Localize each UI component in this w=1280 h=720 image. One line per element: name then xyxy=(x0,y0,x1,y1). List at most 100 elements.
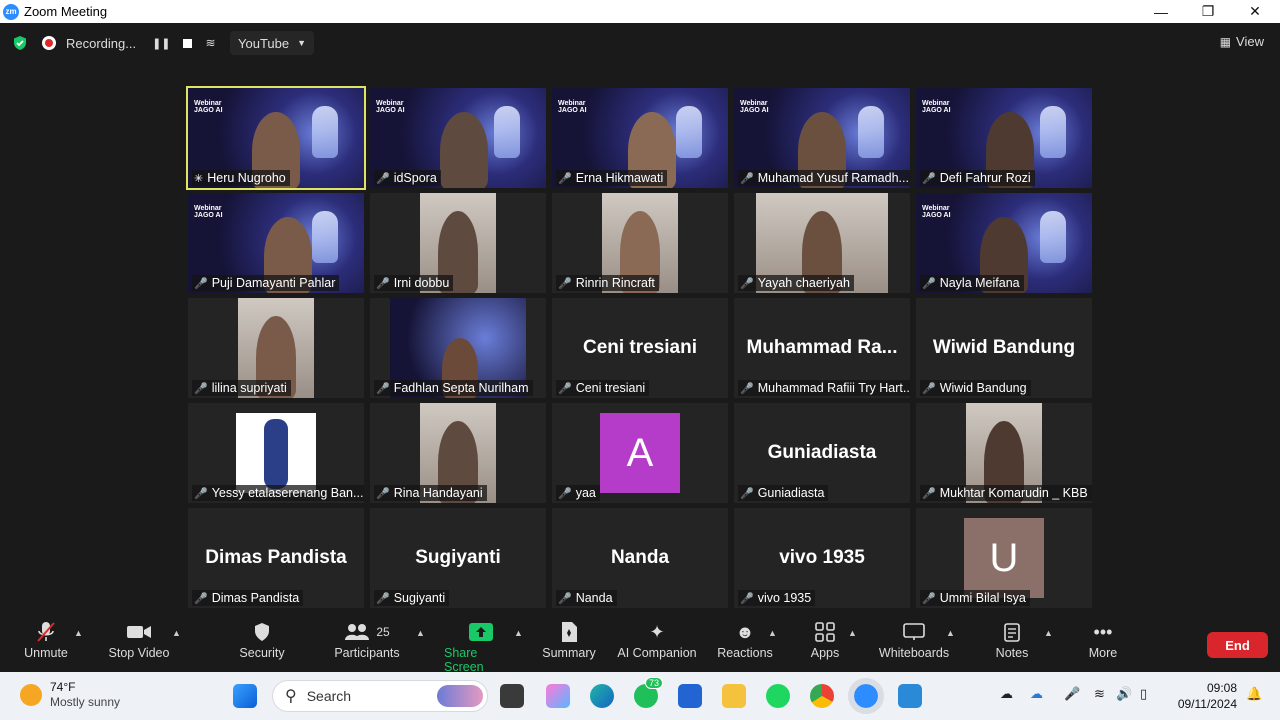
participant-tile[interactable]: ✳Heru Nugroho xyxy=(186,86,366,190)
microsoft-store-icon[interactable] xyxy=(678,684,702,708)
minimize-button[interactable]: — xyxy=(1138,0,1184,23)
security-button[interactable]: Security xyxy=(236,618,288,660)
speaker-icon[interactable]: 🔊 xyxy=(1116,686,1132,702)
muted-mic-icon: 🎤 xyxy=(194,592,208,605)
edge-browser-icon[interactable] xyxy=(590,684,614,708)
participant-name: Rina Handayani xyxy=(393,486,483,500)
participant-name: Muhammad Rafiii Try Hart... xyxy=(757,381,910,395)
whatsapp-icon[interactable]: 73 xyxy=(634,677,664,708)
windows-start-icon[interactable] xyxy=(233,684,257,708)
audio-options-caret[interactable]: ▲ xyxy=(74,628,83,638)
participant-tile[interactable]: 🎤 Yayah chaeriyah xyxy=(734,193,910,293)
zoom-taskbar-icon[interactable] xyxy=(848,678,884,714)
notes-options-caret[interactable]: ▲ xyxy=(1044,628,1053,638)
reactions-button[interactable]: ☻ Reactions xyxy=(716,618,774,661)
end-meeting-button[interactable]: End xyxy=(1207,632,1268,658)
more-dots-icon: ••• xyxy=(1093,621,1113,642)
share-options-caret[interactable]: ▲ xyxy=(514,628,523,638)
stop-recording-icon[interactable] xyxy=(182,38,192,48)
muted-mic-icon: 🎤 xyxy=(376,592,390,605)
clock-date: 09/11/2024 xyxy=(1177,697,1237,711)
participant-tile[interactable]: 🎤Defi Fahrur Rozi xyxy=(916,88,1092,188)
participant-tile[interactable]: 🎤idSpora xyxy=(370,88,546,188)
whiteboards-options-caret[interactable]: ▲ xyxy=(946,628,955,638)
participant-name-tag: 🎤 Defi Fahrur Rozi xyxy=(920,170,1035,186)
participant-tile[interactable]: Dimas Pandista 🎤 Dimas Pandista xyxy=(188,508,364,608)
meeting-controls-toolbar: Unmute ▲ Stop Video ▲ Security 25 Partic… xyxy=(0,610,1280,674)
more-label: More xyxy=(1088,646,1118,660)
muted-mic-icon: 🎤 xyxy=(558,172,572,185)
onedrive-icon[interactable]: ☁ xyxy=(1030,686,1043,702)
participant-tile[interactable]: 🎤 Rinrin Rincraft xyxy=(552,193,728,293)
participant-tile[interactable]: 🎤 lilina supriyati xyxy=(188,298,364,398)
whiteboards-label: Whiteboards xyxy=(878,646,950,660)
participant-tile[interactable]: 🎤 Yessy etalaserenang Ban... xyxy=(188,403,364,503)
participants-count: 25 xyxy=(376,625,390,639)
participant-tile[interactable]: Wiwid Bandung 🎤 Wiwid Bandung xyxy=(916,298,1092,398)
participant-tile[interactable]: 🎤 Rina Handayani xyxy=(370,403,546,503)
copilot-icon[interactable] xyxy=(546,684,570,708)
youtube-stream-dropdown[interactable]: YouTube ▼ xyxy=(230,31,315,55)
whiteboards-button[interactable]: Whiteboards xyxy=(876,618,952,660)
apps-options-caret[interactable]: ▲ xyxy=(848,628,857,638)
participant-name: Defi Fahrur Rozi xyxy=(939,171,1031,185)
microphone-icon[interactable]: 🎤 xyxy=(1064,686,1080,702)
participant-name: Puji Damayanti Pahlar xyxy=(211,276,336,290)
participant-tile[interactable]: A 🎤 yaa xyxy=(552,403,728,503)
participant-tile[interactable]: 🎤Puji Damayanti Pahlar xyxy=(188,193,364,293)
summary-label: Summary xyxy=(542,646,596,660)
participants-button[interactable]: 25 Participants xyxy=(333,618,401,660)
network-status-icon[interactable]: ☁ xyxy=(1000,686,1013,702)
summary-button[interactable]: Summary xyxy=(540,618,598,660)
battery-icon[interactable]: ▯ xyxy=(1140,686,1147,702)
participant-tile[interactable]: Nanda 🎤 Nanda xyxy=(552,508,728,608)
unmute-button[interactable]: Unmute xyxy=(22,618,70,660)
participant-tile[interactable]: Sugiyanti 🎤 Sugiyanti xyxy=(370,508,546,608)
wifi-icon[interactable]: ≋ xyxy=(1094,686,1105,702)
snipping-tool-icon[interactable] xyxy=(898,684,922,708)
participant-profile-photo xyxy=(236,413,316,493)
participant-name: Yessy etalaserenang Ban... xyxy=(211,486,364,500)
product-figure xyxy=(264,419,288,489)
task-view-icon[interactable] xyxy=(500,684,524,708)
participant-tile[interactable]: 🎤 Fadhlan Septa Nurilham xyxy=(370,298,546,398)
muted-mic-icon: 🎤 xyxy=(740,277,754,290)
notes-button[interactable]: Notes xyxy=(990,618,1034,660)
taskbar-search-box[interactable]: ⚲ Search xyxy=(272,680,488,712)
security-label: Security xyxy=(239,646,285,660)
participant-tile[interactable]: Guniadiasta 🎤 Guniadiasta xyxy=(734,403,910,503)
stop-video-button[interactable]: Stop Video xyxy=(106,618,172,660)
notification-bell-icon[interactable]: 🔔 xyxy=(1246,686,1262,702)
participant-tile[interactable]: 🎤 Mukhtar Komarudin _ KBB xyxy=(916,403,1092,503)
weather-widget[interactable]: 74°F Mostly sunny xyxy=(20,680,120,710)
spotify-icon[interactable] xyxy=(766,684,790,708)
share-screen-button[interactable]: Share Screen xyxy=(444,618,518,674)
participant-tile[interactable]: Ceni tresiani 🎤 Ceni tresiani xyxy=(552,298,728,398)
participant-tile[interactable]: 🎤Muhamad Yusuf Ramadh... xyxy=(734,88,910,188)
participant-tile[interactable]: vivo 1935 🎤 vivo 1935 xyxy=(734,508,910,608)
participant-tile[interactable]: 🎤Nayla Meifana xyxy=(916,193,1092,293)
reactions-options-caret[interactable]: ▲ xyxy=(768,628,777,638)
participants-options-caret[interactable]: ▲ xyxy=(416,628,425,638)
encryption-shield-icon[interactable] xyxy=(12,35,28,51)
more-button[interactable]: ••• More xyxy=(1084,618,1122,661)
participant-tile[interactable]: Muhammad Ra... 🎤 Muhammad Rafiii Try Hart.… xyxy=(734,298,910,398)
ai-companion-button[interactable]: ✦ AI Companion xyxy=(616,618,698,661)
pause-recording-icon[interactable]: ❚❚ xyxy=(152,37,170,50)
file-explorer-icon[interactable] xyxy=(722,684,746,708)
system-clock[interactable]: 09:08 09/11/2024 xyxy=(1178,680,1237,712)
participant-tile[interactable]: 🎤Erna Hikmawati xyxy=(552,88,728,188)
participant-name-tag: 🎤 vivo 1935 xyxy=(738,590,816,606)
participant-tile[interactable]: U 🎤 Ummi Bilal Isya xyxy=(916,508,1092,608)
participant-name-tag: 🎤 Rinrin Rincraft xyxy=(556,275,659,291)
recording-indicator[interactable]: Recording... ❚❚ ≋ xyxy=(42,31,216,55)
close-window-button[interactable]: ✕ xyxy=(1232,0,1278,23)
apps-button[interactable]: Apps xyxy=(806,618,844,660)
temperature: 74°F xyxy=(50,680,76,694)
chrome-icon[interactable] xyxy=(810,684,834,708)
live-stream-icon[interactable]: ≋ xyxy=(206,36,216,50)
view-button[interactable]: ▦ View xyxy=(1220,34,1264,49)
restore-button[interactable]: ❐ xyxy=(1185,0,1231,23)
video-options-caret[interactable]: ▲ xyxy=(172,628,181,638)
participant-tile[interactable]: 🎤 Irni dobbu xyxy=(370,193,546,293)
